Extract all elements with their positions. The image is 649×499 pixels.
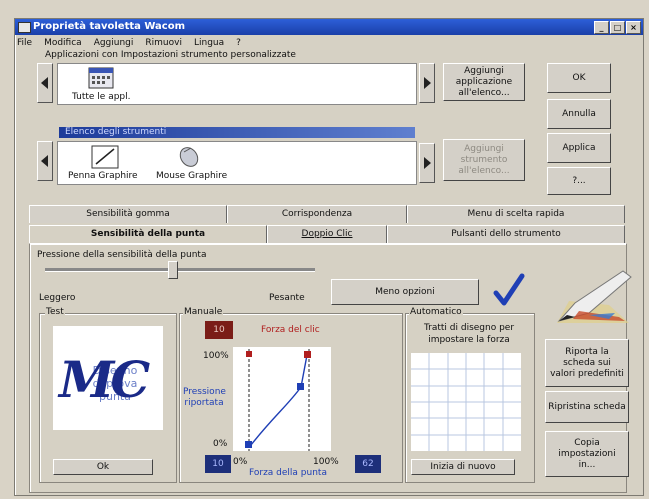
curve-min-handle[interactable] [245, 441, 252, 448]
tools-scroll-left-button[interactable] [37, 141, 53, 181]
pressure-group-label: Pressione della sensibilità della punta [37, 250, 207, 260]
reset-to-defaults-button[interactable]: Riporta la scheda sui valori predefiniti [545, 339, 629, 387]
tools-scroll-right-button[interactable] [419, 143, 435, 183]
less-options-button[interactable]: Meno opzioni [331, 279, 479, 305]
checkmark-icon [493, 273, 525, 306]
arrow-left-icon [41, 77, 48, 89]
test-label: Test [45, 307, 65, 317]
test-monogram: MC [59, 350, 150, 409]
automatic-drawing-area[interactable] [411, 353, 521, 451]
tab-eraser-sensitivity[interactable]: Sensibilità gomma [29, 205, 227, 223]
tab-tool-buttons[interactable]: Pulsanti dello strumento [387, 225, 625, 243]
wacom-pen-logo-icon [557, 270, 632, 323]
tool-item-pen[interactable]: Penna Graphire [68, 171, 138, 181]
restart-button[interactable]: Inizia di nuovo [411, 459, 515, 475]
applications-list: Tutte le appl. [57, 63, 417, 105]
y-axis-title: Pressione riportata [183, 387, 226, 408]
arrow-left-icon [41, 155, 48, 167]
arrow-right-icon [424, 77, 431, 89]
title-bar: Proprietà tavoletta Wacom _ □ × [15, 19, 643, 35]
automatic-description: Tratti di disegno per impostare la forza [423, 323, 515, 345]
curve-mid-handle[interactable] [297, 383, 304, 390]
tab-row-front: Sensibilità della punta Doppio Clic Puls… [29, 225, 625, 243]
x-axis-right-label: 100% [313, 457, 339, 467]
max-force-value[interactable]: 62 [355, 455, 381, 473]
tools-list: Penna Graphire Mouse Graphire [57, 141, 417, 185]
click-force-value[interactable]: 10 [205, 321, 233, 339]
pen-tool-icon[interactable] [90, 144, 120, 170]
light-label: Leggero [39, 293, 76, 303]
maximize-icon[interactable]: □ [610, 21, 625, 34]
y-axis-top-label: 100% [203, 351, 229, 361]
apply-button[interactable]: Applica [547, 133, 611, 163]
applications-label: Applicazioni con Impostazioni strumento … [45, 50, 296, 60]
click-threshold-handle[interactable] [246, 351, 252, 357]
click-force-label: Forza del clic [261, 325, 320, 335]
window-title: Proprietà tavoletta Wacom [33, 21, 185, 32]
menu-add[interactable]: Aggiungi [94, 38, 134, 48]
pressure-curve-graph[interactable] [233, 347, 331, 451]
tab-row-back: Sensibilità gomma Corrispondenza Menu di… [29, 205, 625, 223]
help-button[interactable]: ?... [547, 167, 611, 195]
test-drawing-area[interactable]: Disegno di prova punta MC [53, 326, 163, 430]
ok-button[interactable]: OK [547, 63, 611, 93]
automatic-label: Automatico [409, 307, 463, 317]
menu-help[interactable]: ? [236, 38, 241, 48]
wacom-properties-window: Proprietà tavoletta Wacom _ □ × File Mod… [14, 18, 644, 496]
y-axis-bottom-label: 0% [213, 439, 228, 449]
apps-scroll-left-button[interactable] [37, 63, 53, 103]
tab-mapping[interactable]: Corrispondenza [227, 205, 407, 223]
minimize-icon[interactable]: _ [594, 21, 609, 34]
test-ok-button[interactable]: Ok [53, 459, 153, 475]
menu-file[interactable]: File [17, 38, 32, 48]
heavy-label: Pesante [269, 293, 305, 303]
add-tool-button[interactable]: Aggiungi strumento all'elenco... [443, 139, 525, 181]
menu-edit[interactable]: Modifica [44, 38, 82, 48]
apps-scroll-right-button[interactable] [419, 63, 435, 103]
mouse-tool-icon[interactable] [176, 144, 202, 170]
menu-language[interactable]: Lingua [194, 38, 224, 48]
tool-item-mouse[interactable]: Mouse Graphire [156, 171, 227, 181]
pressure-slider-thumb[interactable] [167, 261, 178, 279]
add-application-button[interactable]: Aggiungi applicazione all'elenco... [443, 63, 525, 101]
calendar-app-icon[interactable] [86, 66, 116, 90]
min-force-value[interactable]: 10 [205, 455, 231, 473]
restore-tab-button[interactable]: Ripristina scheda [545, 391, 629, 423]
x-axis-title: Forza della punta [249, 468, 327, 478]
app-item-all[interactable]: Tutte le appl. [72, 92, 131, 102]
cancel-button[interactable]: Annulla [547, 99, 611, 129]
curve-max-handle[interactable] [304, 351, 311, 358]
tab-tip-sensitivity[interactable]: Sensibilità della punta [29, 225, 267, 243]
tab-shortcut-menu[interactable]: Menu di scelta rapida [407, 205, 625, 223]
app-icon [18, 22, 31, 33]
arrow-right-icon [424, 157, 431, 169]
x-axis-left-label: 0% [233, 457, 248, 467]
tools-label-bar: Elenco degli strumenti [59, 127, 415, 138]
menu-bar: File Modifica Aggiungi Rimuovi Lingua ? [17, 38, 241, 48]
pressure-slider-track[interactable] [45, 268, 315, 272]
tab-double-click[interactable]: Doppio Clic [267, 225, 387, 243]
copy-settings-button[interactable]: Copia impostazioni in... [545, 431, 629, 477]
manual-label: Manuale [183, 307, 224, 317]
menu-remove[interactable]: Rimuovi [145, 38, 182, 48]
close-icon[interactable]: × [626, 21, 641, 34]
